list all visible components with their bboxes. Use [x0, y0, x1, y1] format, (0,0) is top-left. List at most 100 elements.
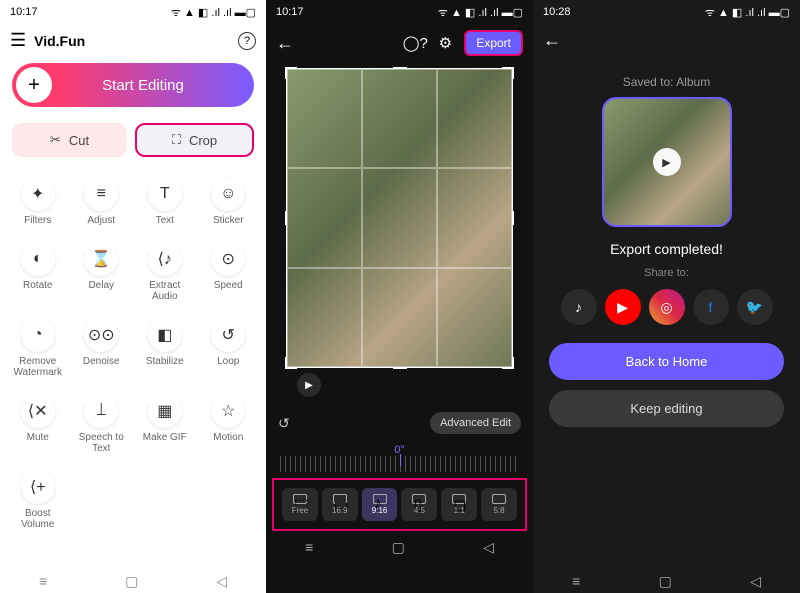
- header: ←: [533, 24, 800, 57]
- ratio-5-8[interactable]: 5:8: [481, 488, 517, 521]
- crop-handle-tl[interactable]: [285, 67, 297, 79]
- pane-crop-editor: 10:17 ᯤ ▲ ◧ .ıl .ıl ▬▢ ← ◯? ⚙ Export ▶ ↺…: [266, 0, 533, 593]
- tool-denoise[interactable]: ⊙⊙Denoise: [70, 312, 134, 384]
- ratio-label: 4:5: [414, 506, 425, 515]
- gear-icon[interactable]: ⚙: [434, 32, 456, 54]
- nav-recent-icon[interactable]: ≡: [572, 573, 580, 589]
- cut-button[interactable]: ✂ Cut: [12, 123, 127, 157]
- share-row: ♪▶◎f🐦: [561, 289, 773, 325]
- back-icon[interactable]: ←: [543, 30, 561, 51]
- plus-icon: +: [16, 67, 52, 103]
- nav-home-icon[interactable]: ▢: [392, 539, 405, 556]
- ratio-free[interactable]: ⬚Free: [282, 488, 318, 521]
- tool-label: Motion: [213, 432, 243, 443]
- video-thumbnail[interactable]: ▶: [602, 97, 732, 227]
- tool-text[interactable]: TText: [133, 171, 197, 232]
- nav-home-icon[interactable]: ▢: [125, 573, 138, 590]
- nav-back-icon[interactable]: ◁: [750, 573, 761, 590]
- back-to-home-button[interactable]: Back to Home: [549, 343, 784, 380]
- tool-remove-watermark[interactable]: ◔Remove Watermark: [6, 312, 70, 384]
- ratio-icon: [492, 494, 506, 504]
- back-icon[interactable]: ←: [276, 33, 294, 54]
- tool-label: Boost Volume: [10, 508, 66, 530]
- nav-recent-icon[interactable]: ≡: [39, 573, 47, 589]
- nav-home-icon[interactable]: ▢: [659, 573, 672, 590]
- tool-boost-volume[interactable]: ⟨+ Boost Volume: [6, 464, 70, 536]
- tool-icon: ◔: [21, 318, 55, 352]
- tool-icon: ⟨✕: [21, 394, 55, 428]
- share-yt[interactable]: ▶: [605, 289, 641, 325]
- nav-back-icon[interactable]: ◁: [483, 539, 494, 556]
- advanced-edit-button[interactable]: Advanced Edit: [430, 412, 521, 434]
- help-icon[interactable]: ◯?: [404, 32, 426, 54]
- crop-handle-left[interactable]: [285, 211, 287, 225]
- tool-speed[interactable]: ⊙Speed: [197, 236, 261, 308]
- ratio-9-16[interactable]: ♪9:16: [362, 488, 398, 521]
- share-fb[interactable]: f: [693, 289, 729, 325]
- tool-icon: ◧: [148, 318, 182, 352]
- tool-make-gif[interactable]: ▦Make GIF: [133, 388, 197, 460]
- tool-adjust[interactable]: ≡Adjust: [70, 171, 134, 232]
- tool-icon: ≡: [84, 177, 118, 211]
- start-editing-button[interactable]: + Start Editing: [12, 63, 254, 107]
- share-tw[interactable]: 🐦: [737, 289, 773, 325]
- tool-delay[interactable]: ⌛Delay: [70, 236, 134, 308]
- status-icons: ᯤ ▲ ◧ .ıl .ıl ▬▢: [438, 5, 523, 20]
- tool-label: Loop: [217, 356, 239, 367]
- tool-stabilize[interactable]: ◧Stabilize: [133, 312, 197, 384]
- editor-header: ← ◯? ⚙ Export: [266, 24, 533, 62]
- tool-motion[interactable]: ☆ Motion: [197, 388, 261, 460]
- export-completed-label: Export completed!: [610, 241, 723, 257]
- rotation-slider[interactable]: [280, 456, 519, 472]
- status-icons: ᯤ ▲ ◧ .ıl .ıl ▬▢: [171, 5, 256, 20]
- ratio-16-9[interactable]: ▭16:9: [322, 488, 358, 521]
- tool-icon: ☺: [211, 177, 245, 211]
- menu-icon[interactable]: ☰: [10, 30, 26, 51]
- ratio-1-1[interactable]: ◻1:1: [441, 488, 477, 521]
- nav-back-icon[interactable]: ◁: [216, 573, 227, 590]
- status-time: 10:17: [10, 6, 38, 18]
- tool-grid: ✦Filters≡AdjustTText☺Sticker ◐Rotate⌛Dela…: [0, 167, 266, 569]
- play-button[interactable]: ▶: [297, 373, 321, 397]
- share-ig[interactable]: ◎: [649, 289, 685, 325]
- tool-rotate[interactable]: ◐Rotate: [6, 236, 70, 308]
- share-tt[interactable]: ♪: [561, 289, 597, 325]
- ratio-4-5[interactable]: ▯ 4:5: [401, 488, 437, 521]
- status-time: 10:28: [543, 6, 571, 18]
- crop-handle-bl[interactable]: [285, 357, 297, 369]
- keep-editing-button[interactable]: Keep editing: [549, 390, 784, 427]
- crop-button[interactable]: ⛶ Crop: [135, 123, 254, 157]
- pane-export-complete: 10:28 ᯤ ▲ ◧ .ıl .ıl ▬▢ ← Saved to: Album…: [533, 0, 800, 593]
- crop-handle-bottom[interactable]: [393, 367, 407, 369]
- tool-extract-audio[interactable]: ⟨♪Extract Audio: [133, 236, 197, 308]
- tool-icon: ✦: [21, 177, 55, 211]
- crop-handle-right[interactable]: [512, 211, 514, 225]
- export-button[interactable]: Export: [464, 30, 523, 56]
- tool-icon: T: [148, 177, 182, 211]
- help-icon[interactable]: ?: [238, 32, 256, 50]
- tool-icon: ⟨+: [21, 470, 55, 504]
- tool-loop[interactable]: ↺Loop: [197, 312, 261, 384]
- tool-sticker[interactable]: ☺Sticker: [197, 171, 261, 232]
- app-title: Vid.Fun: [34, 33, 230, 49]
- tool-icon: ☆: [211, 394, 245, 428]
- saved-to-label: Saved to: Album: [623, 75, 710, 89]
- android-nav: ≡ ▢ ◁: [533, 569, 800, 593]
- tool-icon: ⊙: [211, 242, 245, 276]
- tool-filters[interactable]: ✦Filters: [6, 171, 70, 232]
- crop-preview[interactable]: ▶: [286, 68, 513, 368]
- app-header: ☰ Vid.Fun ?: [0, 24, 266, 57]
- ratio-label: 16:9: [332, 506, 348, 515]
- ratio-icon: ▯: [412, 494, 426, 504]
- tool-speech-to-text[interactable]: ⟘Speech to Text: [70, 388, 134, 460]
- crop-handle-tr[interactable]: [502, 67, 514, 79]
- crop-handle-br[interactable]: [502, 357, 514, 369]
- nav-recent-icon[interactable]: ≡: [305, 539, 313, 555]
- tool-mute[interactable]: ⟨✕Mute: [6, 388, 70, 460]
- ratio-label: Free: [292, 506, 308, 515]
- crop-handle-top[interactable]: [393, 67, 407, 69]
- status-bar: 10:17 ᯤ ▲ ◧ .ıl .ıl ▬▢: [0, 0, 266, 24]
- reset-rotation-icon[interactable]: ↺: [278, 415, 290, 432]
- status-bar: 10:17 ᯤ ▲ ◧ .ıl .ıl ▬▢: [266, 0, 533, 24]
- tool-icon: ⌛: [84, 242, 118, 276]
